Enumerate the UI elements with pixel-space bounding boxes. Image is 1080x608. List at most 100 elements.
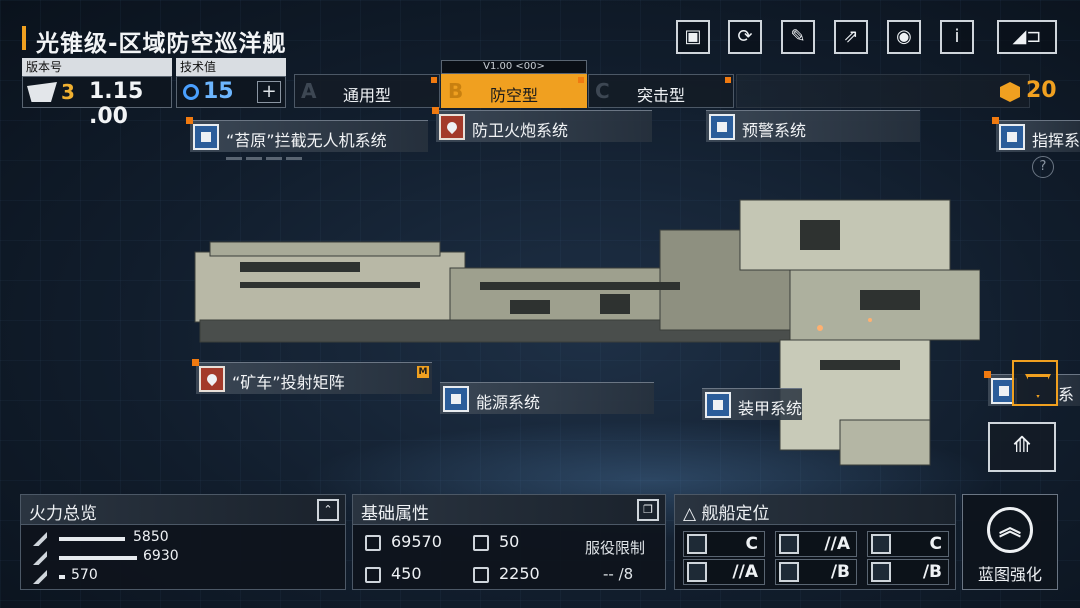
shield-icon: [705, 392, 731, 418]
range-icon: [473, 567, 489, 583]
armor-value: 50: [499, 532, 520, 551]
service-limit-label: 服役限制: [585, 539, 646, 557]
tab-corner-marker: [431, 77, 437, 83]
panel-header: 基础属性 ❐: [353, 495, 665, 525]
system-pips: [226, 157, 306, 160]
share-button[interactable]: ⇗: [834, 20, 868, 54]
system-label: 装甲系统: [738, 399, 803, 418]
help-icon[interactable]: ?: [1032, 156, 1054, 178]
tab-corner-marker: [725, 77, 731, 83]
view-button[interactable]: ◉: [887, 20, 921, 54]
share-icon: ⇗: [843, 26, 859, 47]
back-icon: ◢⊐: [1012, 26, 1042, 47]
role-grade: //A: [732, 562, 758, 582]
service-limit-value: -- /8: [603, 565, 634, 583]
system-warning[interactable]: 预警系统: [706, 110, 920, 142]
role-grade: /B: [830, 562, 850, 582]
role-cell[interactable]: /B: [867, 559, 949, 585]
system-label: “苔原”拦截无人机系统: [226, 131, 387, 150]
system-energy[interactable]: 能源系统: [440, 382, 654, 414]
armor-icon: [473, 535, 489, 551]
tech-icon: [183, 84, 199, 100]
system-command[interactable]: 指挥系: [992, 117, 1080, 152]
back-button[interactable]: ◢⊐: [997, 20, 1057, 54]
paint-icon: ✎: [790, 26, 806, 47]
panel-title: 火力总览: [29, 504, 97, 524]
siege-icon: [33, 570, 47, 584]
blueprint-icon: ▣: [684, 26, 702, 47]
title-accent: [22, 26, 26, 50]
refresh-button[interactable]: ⟳: [728, 20, 762, 54]
support-role-icon: [687, 562, 707, 582]
tab-type-a[interactable]: A 通用型: [294, 74, 440, 108]
role-cell[interactable]: //A: [683, 559, 765, 585]
antiair-icon: [33, 551, 47, 565]
system-label: 系: [1058, 385, 1075, 404]
panel-header: 火力总览 ⌃: [21, 495, 345, 525]
tech-label: 技术值: [176, 58, 286, 76]
firepower-row: 5850: [29, 529, 349, 549]
system-flak[interactable]: 防卫火炮系统: [432, 107, 652, 142]
defense-role-icon: [779, 562, 799, 582]
system-label: 预警系统: [742, 121, 807, 140]
slot-marker: [984, 371, 991, 378]
speed-value: 450: [391, 564, 422, 583]
tab-type-b[interactable]: B 防空型: [441, 74, 587, 108]
role-grade: C: [929, 534, 942, 554]
speed-icon: [365, 567, 381, 583]
paint-button[interactable]: ✎: [781, 20, 815, 54]
system-interceptor[interactable]: “苔原”拦截无人机系统: [186, 117, 428, 160]
add-tech-button[interactable]: +: [257, 81, 281, 103]
role-grade: /B: [922, 562, 942, 582]
firepower-row: 6930: [29, 548, 349, 568]
currency-value: 20: [1026, 78, 1057, 103]
panel-title-text: 舰船定位: [701, 504, 770, 524]
firepower-row: 570: [29, 567, 349, 587]
system-label: 能源系统: [476, 393, 541, 412]
expand-icon[interactable]: ❐: [637, 499, 659, 521]
firepower-bar: [59, 575, 65, 579]
siege-role-icon: [871, 534, 891, 554]
role-cell[interactable]: //A: [775, 531, 857, 557]
filter-button[interactable]: [1012, 360, 1058, 406]
tab-type-c[interactable]: C 突击型: [588, 74, 734, 108]
system-label: 防卫火炮系统: [472, 121, 569, 140]
role-cell[interactable]: C: [683, 531, 765, 557]
system-label: “矿车”投射矩阵: [232, 373, 345, 392]
ship-model[interactable]: [180, 190, 980, 480]
hp-value: 69570: [391, 532, 442, 551]
tech-value: 15: [203, 79, 234, 104]
module-tag: M: [417, 366, 429, 378]
panel-title: △ 舰船定位: [683, 504, 770, 524]
info-button[interactable]: i: [940, 20, 974, 54]
slot-marker: [992, 117, 999, 124]
attributes-panel[interactable]: 基础属性 ❐ 69570 50 450 2250 服役限制 -- /8: [352, 494, 666, 590]
drone-icon: [193, 124, 219, 150]
role-cell[interactable]: C: [867, 531, 949, 557]
slot-marker: [186, 117, 193, 124]
version-label: 版本号: [22, 58, 172, 76]
variant-version-tag: V1.00 <00>: [441, 60, 587, 74]
enhance-icon: ︽: [987, 507, 1033, 553]
system-label: 指挥系: [1032, 131, 1080, 150]
tech-box: 15 +: [176, 76, 286, 108]
info-icon: i: [954, 26, 960, 47]
upgrade-module-button[interactable]: ⟰: [988, 422, 1056, 472]
system-armor[interactable]: 装甲系统: [702, 388, 802, 420]
tab-corner-marker: [578, 77, 584, 83]
radar-icon: [999, 124, 1025, 150]
firepower-value: 570: [71, 567, 98, 583]
system-railgun[interactable]: “矿车”投射矩阵 M: [192, 359, 432, 394]
refresh-icon: ⟳: [737, 26, 753, 47]
version-box: 3 1.15 .00: [22, 76, 172, 129]
hull-icon: [365, 535, 381, 551]
blueprint-button[interactable]: ▣: [676, 20, 710, 54]
firepower-panel[interactable]: 火力总览 ⌃ 5850 6930 570: [20, 494, 346, 590]
faction-logo-icon: [27, 82, 57, 102]
blueprint-enhance-button[interactable]: ︽ 蓝图强化: [962, 494, 1058, 590]
positioning-panel[interactable]: △ 舰船定位 C //A C //A /B /B: [674, 494, 956, 590]
collapse-icon[interactable]: ⌃: [317, 499, 339, 521]
role-cell[interactable]: /B: [775, 559, 857, 585]
page-title: 光锥级-区域防空巡洋舰: [36, 31, 287, 57]
missile-icon: [199, 366, 225, 392]
